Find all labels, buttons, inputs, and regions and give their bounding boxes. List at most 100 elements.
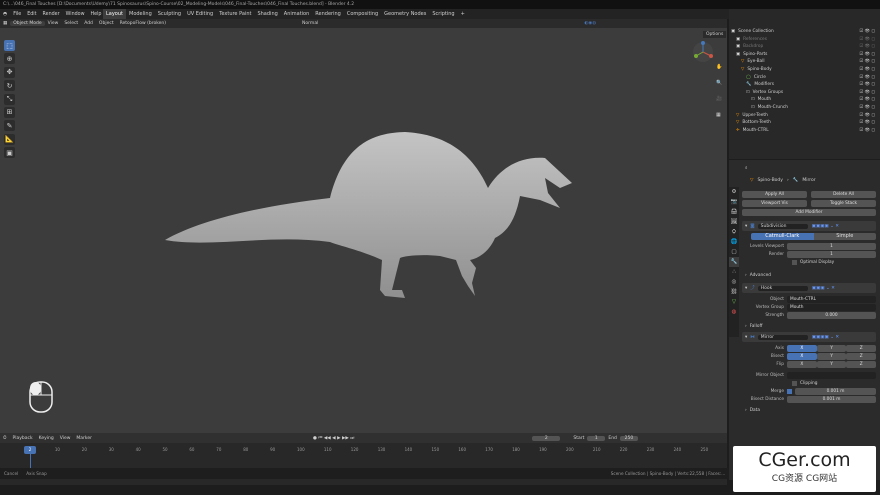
end-frame-field[interactable]: 250	[619, 435, 638, 441]
menu-help[interactable]: Help	[88, 12, 105, 17]
tab-texture-paint[interactable]: Texture Paint	[216, 9, 254, 19]
outliner-item[interactable]: ⊡ Vertex Groups ☑ 👁 ◻	[731, 89, 878, 97]
visibility-eye-icon[interactable]: ☑ 👁 ◻	[859, 28, 878, 36]
tab-modeling[interactable]: Modeling	[126, 9, 155, 19]
view-layer-tab-icon[interactable]: 🖼	[729, 217, 739, 227]
playback-controls[interactable]: ● ⏮ ◀◀ ◀ ▶ ▶▶ ⏭	[310, 435, 357, 441]
annotate-icon[interactable]: ✎	[4, 120, 15, 132]
axis-z-toggle[interactable]: Z	[846, 344, 877, 352]
menu-playback[interactable]: Playback	[10, 436, 36, 441]
outliner-item[interactable]: ▣ Scene Collection ☑ 👁 ◻	[731, 28, 878, 36]
outliner-item[interactable]: ▽ Spino-Body ☑ 👁 ◻	[731, 66, 878, 74]
mirror-name-field[interactable]: Mirror	[757, 334, 808, 340]
add-workspace-button[interactable]: +	[458, 9, 468, 19]
add-modifier-button[interactable]: Add Modifier	[742, 209, 876, 216]
outliner-item[interactable]: ◯ Circle ☑ 👁 ◻	[731, 74, 878, 82]
modifier-visibility-icons[interactable]: ▣▣▣▣ ⌄ ✕	[812, 224, 839, 229]
falloff-subpanel[interactable]: Falloff	[750, 324, 763, 329]
outliner-item[interactable]: ▣ Spino-Parts ☑ 👁 ◻	[731, 51, 878, 59]
tab-uv-editing[interactable]: UV Editing	[184, 9, 216, 19]
playhead[interactable]: 2	[24, 446, 36, 454]
cursor-icon[interactable]: ⊕	[4, 53, 15, 65]
simple-button[interactable]: Simple	[813, 233, 876, 240]
timeline-editor-icon[interactable]: ⏱	[0, 435, 10, 441]
flip-y-toggle[interactable]: Y	[816, 360, 847, 368]
data-tab-icon[interactable]: ▽	[729, 297, 739, 307]
visibility-eye-icon[interactable]: ☑ 👁 ◻	[859, 51, 878, 59]
add-cube-icon[interactable]: ▣	[4, 147, 15, 159]
scene-tab-icon[interactable]: ⛭	[729, 227, 739, 237]
strength-field[interactable]: 0.000	[787, 311, 876, 319]
visibility-eye-icon[interactable]: ☑ 👁 ◻	[859, 66, 878, 74]
apply-all-button[interactable]: Apply All	[742, 191, 807, 198]
clipping-checkbox[interactable]	[792, 380, 797, 386]
visibility-eye-icon[interactable]: ☑ 👁 ◻	[859, 36, 878, 44]
current-frame-field[interactable]: 2	[532, 435, 561, 441]
outliner-item[interactable]: ▣ Backdrop ☑ 👁 ◻	[731, 43, 878, 51]
constraints-tab-icon[interactable]: ⛓	[729, 287, 739, 297]
outliner-item[interactable]: 🔧 Modifiers ☑ 👁 ◻	[731, 81, 878, 89]
bisect-x-toggle[interactable]: X	[787, 352, 817, 360]
start-frame-field[interactable]: 1	[587, 435, 606, 441]
rotate-icon[interactable]: ↻	[4, 80, 15, 92]
advanced-chevron-icon[interactable]: ›	[742, 273, 750, 278]
menu-view[interactable]: View	[45, 21, 62, 26]
menu-select[interactable]: Select	[61, 21, 81, 26]
menu-render[interactable]: Render	[40, 12, 63, 17]
modifier-visibility-icons[interactable]: ▣▣▣▣ ⌄ ✕	[812, 335, 839, 340]
vertex-group-field[interactable]: Mouth	[787, 303, 876, 311]
visibility-eye-icon[interactable]: ☑ 👁 ◻	[859, 89, 878, 97]
bisect-distance-field[interactable]: 0.001 m	[787, 395, 876, 403]
modifier-tab-icon[interactable]: 🔧	[729, 257, 739, 267]
collapse-arrow-icon[interactable]: ▾	[742, 224, 750, 229]
hook-modifier-header[interactable]: ▾ ⤴ Hook ▣▣▣ ⌄ ✕	[742, 283, 876, 293]
menu-timeline-view[interactable]: View	[57, 436, 74, 441]
flip-z-toggle[interactable]: Z	[846, 360, 877, 368]
visibility-eye-icon[interactable]: ☑ 👁 ◻	[859, 43, 878, 51]
tab-rendering[interactable]: Rendering	[312, 9, 344, 19]
menu-file[interactable]: File	[10, 12, 24, 17]
mirror-object-field[interactable]	[787, 371, 876, 379]
menu-keying[interactable]: Keying	[36, 436, 57, 441]
subdivision-modifier-header[interactable]: ▾ ◙ Subdivision ▣▣▣▣ ⌄ ✕	[742, 221, 876, 231]
menu-marker[interactable]: Marker	[73, 436, 95, 441]
outliner-item[interactable]: ⊡ Mouth-Crunch ☑ 👁 ◻	[731, 104, 878, 112]
visibility-eye-icon[interactable]: ☑ 👁 ◻	[859, 119, 878, 127]
tab-compositing[interactable]: Compositing	[344, 9, 381, 19]
visibility-eye-icon[interactable]: ☑ 👁 ◻	[859, 96, 878, 104]
collapse-arrow-icon[interactable]: ▾	[742, 286, 750, 291]
object-tab-icon[interactable]: ▢	[729, 247, 739, 257]
merge-checkbox[interactable]	[787, 388, 792, 394]
scale-icon[interactable]: ⤡	[4, 93, 15, 105]
mode-dropdown[interactable]: Object Mode	[10, 21, 45, 26]
menu-window[interactable]: Window	[63, 12, 88, 17]
tab-shading[interactable]: Shading	[254, 9, 280, 19]
hook-name-field[interactable]: Hook	[757, 285, 808, 291]
navigation-gizmo[interactable]: ✋ 🔍 🎥 ▦	[689, 38, 725, 124]
world-tab-icon[interactable]: 🌐	[729, 237, 739, 247]
particles-tab-icon[interactable]: ∴	[729, 267, 739, 277]
editor-type-icon[interactable]: ▦	[0, 21, 10, 26]
output-tab-icon[interactable]: 🖨	[729, 207, 739, 217]
retopoflow-menu[interactable]: RetopoFlow (broken)	[117, 21, 169, 26]
physics-tab-icon[interactable]: ◎	[729, 277, 739, 287]
select-box-icon[interactable]: ⬚	[4, 40, 15, 51]
props-search[interactable]: ⌕	[745, 164, 748, 172]
merge-distance-field[interactable]: 0.001 m	[795, 387, 876, 395]
visibility-eye-icon[interactable]: ☑ 👁 ◻	[859, 74, 878, 82]
visibility-eye-icon[interactable]: ☑ 👁 ◻	[859, 81, 878, 89]
outliner-item[interactable]: ✛ Mouth-CTRL ☑ 👁 ◻	[731, 127, 878, 135]
visibility-eye-icon[interactable]: ☑ 👁 ◻	[859, 104, 878, 112]
menu-add[interactable]: Add	[81, 21, 96, 26]
options-dropdown[interactable]: Options	[703, 31, 727, 38]
outliner-item[interactable]: ▽ Upper-Teeth ☑ 👁 ◻	[731, 112, 878, 120]
axis-x-toggle[interactable]: X	[787, 344, 817, 352]
menu-edit[interactable]: Edit	[24, 12, 39, 17]
visibility-eye-icon[interactable]: ☑ 👁 ◻	[859, 112, 878, 120]
outliner-item[interactable]: ▣ References ☑ 👁 ◻	[731, 36, 878, 44]
tab-animation[interactable]: Animation	[281, 9, 313, 19]
menu-object[interactable]: Object	[96, 21, 117, 26]
tab-scripting[interactable]: Scripting	[429, 9, 457, 19]
bisect-y-toggle[interactable]: Y	[816, 352, 847, 360]
data-chevron-icon[interactable]: ›	[742, 408, 750, 413]
